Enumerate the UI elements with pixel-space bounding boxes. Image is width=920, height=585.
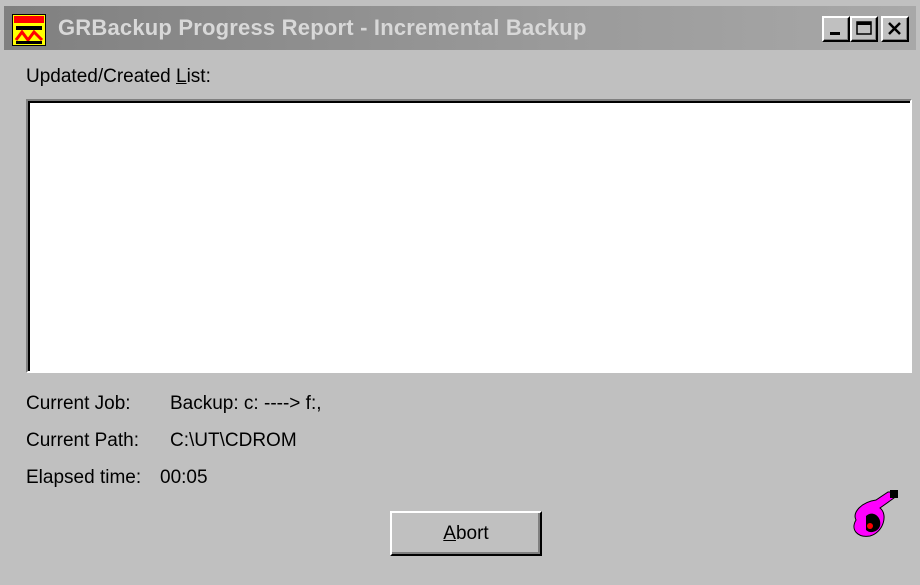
minimize-icon (830, 32, 840, 35)
current-job-label: Current Job: (26, 393, 131, 414)
title-bar[interactable]: GRBackup Progress Report - Incremental B… (4, 6, 916, 50)
window-title: GRBackup Progress Report - Incremental B… (58, 15, 587, 40)
updated-created-listbox[interactable] (26, 99, 912, 373)
elapsed-time-label: Elapsed time: (26, 467, 142, 488)
current-path-value: C:\UT\CDROM (170, 430, 297, 451)
close-icon (888, 22, 901, 35)
elapsed-time-value: 00:05 (160, 467, 208, 488)
updated-created-list-label: Updated/Created List: (26, 66, 211, 87)
progress-report-window: GRBackup Progress Report - Incremental B… (0, 0, 920, 585)
minimize-button[interactable] (822, 16, 850, 42)
maximize-button[interactable] (850, 16, 878, 42)
backup-activity-icon (853, 490, 898, 537)
current-job-value: Backup: c: ----> f:, (170, 393, 322, 414)
grbackup-app-icon[interactable] (12, 14, 46, 46)
current-path-label: Current Path: (26, 430, 139, 451)
maximize-icon (856, 21, 872, 35)
close-button[interactable] (881, 16, 909, 42)
abort-button[interactable]: Abort (390, 511, 542, 556)
